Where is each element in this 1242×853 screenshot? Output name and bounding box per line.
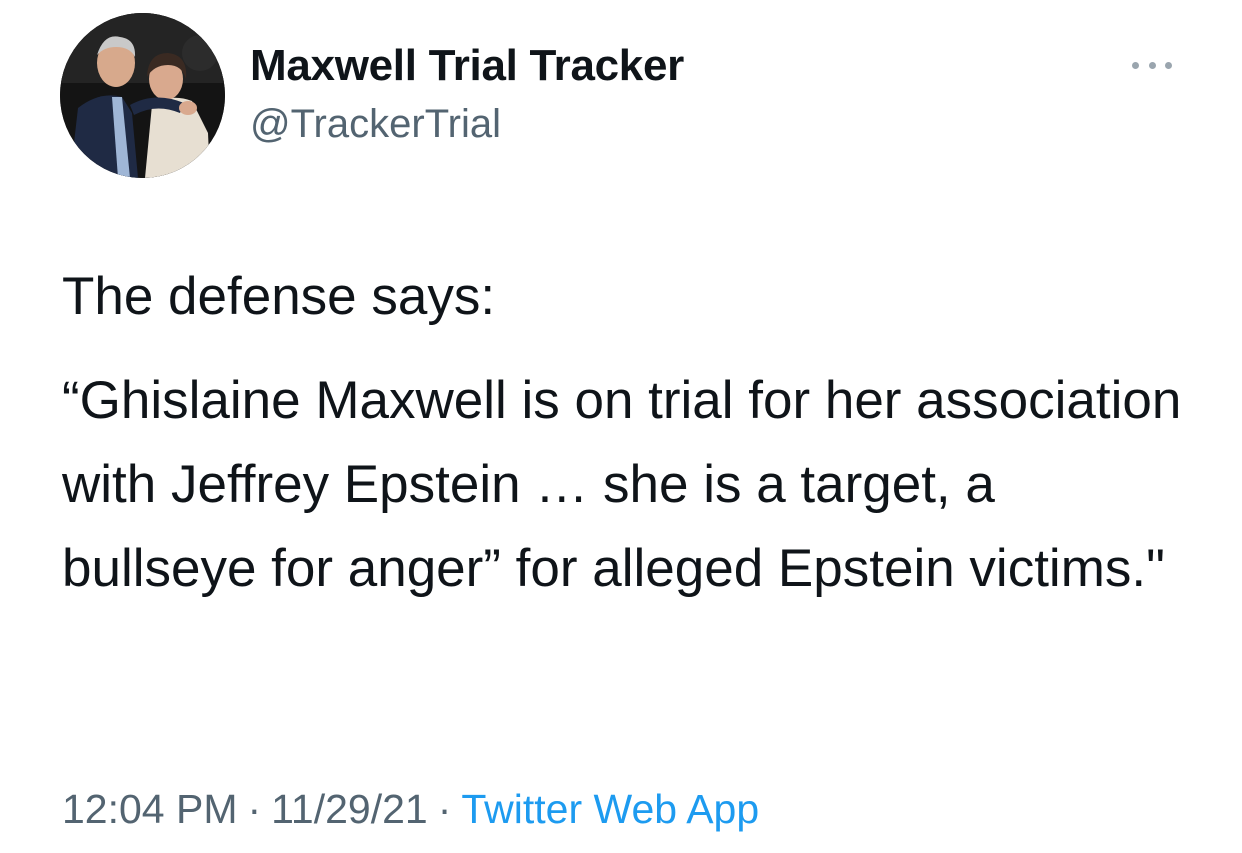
tweet-date[interactable]: 11/29/21 bbox=[271, 786, 428, 832]
tweet-intro-text: The defense says: bbox=[62, 267, 496, 326]
more-horizontal-icon bbox=[1148, 61, 1156, 69]
tweet-quote-text: “Ghislaine Maxwell is on trial for her a… bbox=[62, 371, 1197, 598]
tweet-source-link[interactable]: Twitter Web App bbox=[461, 786, 759, 832]
more-options-button[interactable] bbox=[1128, 52, 1176, 78]
tweet-time[interactable]: 12:04 PM bbox=[62, 786, 238, 832]
author-handle[interactable]: @TrackerTrial bbox=[250, 100, 501, 148]
author-avatar[interactable] bbox=[60, 13, 225, 178]
profile-photo-icon bbox=[60, 13, 225, 178]
meta-separator: · bbox=[437, 786, 452, 832]
more-horizontal-icon bbox=[1165, 61, 1172, 69]
tweet-card: Maxwell Trial Tracker @TrackerTrial The … bbox=[0, 0, 1242, 853]
tweet-text: The defense says: “Ghislaine Maxwell is … bbox=[62, 255, 1202, 611]
author-display-name[interactable]: Maxwell Trial Tracker bbox=[250, 40, 684, 92]
more-horizontal-icon bbox=[1132, 61, 1139, 69]
tweet-metadata: 12:04 PM · 11/29/21 · Twitter Web App bbox=[62, 783, 759, 835]
meta-separator: · bbox=[247, 786, 262, 832]
